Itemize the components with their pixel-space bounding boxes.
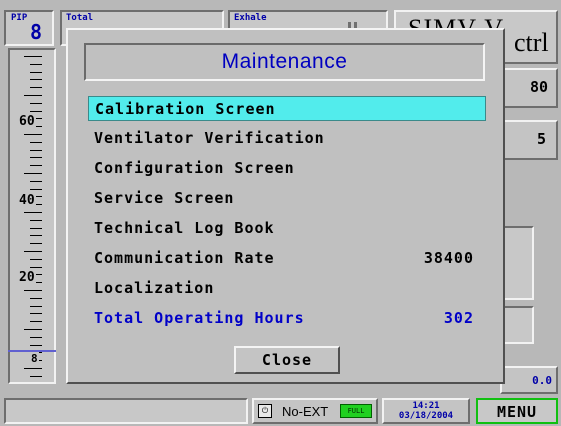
pip-label: PIP [11,13,28,23]
scale-tick [30,227,42,229]
scale-tick [24,251,42,252]
dialog-title: Maintenance [221,50,348,73]
scale-tick [30,297,42,299]
scale-tick [30,344,42,346]
battery-icon: FULL [340,404,372,418]
status-clock-box: 14:21 03/18/2004 [382,398,470,424]
scale-tick [30,321,42,323]
right-bottom-value: 0.0 [532,374,552,387]
menu-item-label: Communication Rate [94,249,275,267]
close-button[interactable]: Close [234,346,340,374]
scale-tick [30,141,42,143]
right-graph-area-1 [500,226,534,300]
scale-tick [30,149,42,151]
right-value-1: 80 [529,78,548,96]
maintenance-dialog: Maintenance Calibration Screen Ventilato… [66,28,505,384]
scale-tick [30,180,42,182]
total-operating-hours: Total Operating Hours 302 [88,306,486,331]
menu-item-label: Calibration Screen [95,100,276,118]
scale-tick [30,110,42,112]
pip-box: PIP 8 [4,10,54,46]
right-graph-area-2 [500,306,534,344]
communication-rate-value: 38400 [423,249,474,267]
scale-tick [30,87,42,89]
scale-tick [24,173,42,174]
menu-item-localization[interactable]: Localization [88,276,486,301]
scale-label-60: 60 [18,114,36,129]
menu-item-label: Localization [94,279,215,297]
right-bottom-box: 0.0 [500,366,558,394]
total-operating-hours-label: Total Operating Hours [94,309,305,327]
scale-tick [24,56,42,57]
right-value-2: 5 [536,130,546,148]
scale-tick [30,235,42,237]
menu-item-label: Ventilator Verification [94,129,325,147]
status-ext-box: ⏻ No-EXT FULL [252,398,378,424]
scale-label-40: 40 [18,193,36,208]
pip-marker-label: 8 [30,352,39,365]
clock-date: 03/18/2004 [398,411,454,421]
scale-label-20: 20 [18,270,36,285]
right-value-box-2: 5 [500,120,558,160]
menu-button[interactable]: MENU [476,398,558,424]
clock-time: 14:21 [412,401,440,411]
scale-tick [24,329,42,330]
menu-item-communication-rate[interactable]: Communication Rate 38400 [88,246,486,271]
menu-item-label: Technical Log Book [94,219,275,237]
pressure-scale: 60 40 20 8 [8,48,56,384]
total-operating-hours-value: 302 [443,309,474,327]
scale-tick [30,63,42,65]
dialog-title-box: Maintenance [84,43,485,81]
ctrl-text: ctrl [514,28,549,57]
scale-tick [30,157,42,159]
scale-tick [24,290,42,291]
menu-item-configuration-screen[interactable]: Configuration Screen [88,156,486,181]
scale-tick [30,102,42,104]
scale-tick [30,71,42,73]
scale-tick [30,375,42,377]
scale-tick [30,188,42,190]
total-label: Total [66,13,94,23]
menu-button-label: MENU [496,403,538,421]
scale-tick [24,134,42,135]
exhale-label: Exhale [234,13,267,23]
outlet-icon: ⏻ [258,404,272,418]
scale-tick [30,313,42,315]
menu-item-label: Service Screen [94,189,235,207]
scale-tick [30,79,42,81]
scale-tick [30,165,42,167]
menu-item-service-screen[interactable]: Service Screen [88,186,486,211]
scale-tick [24,95,42,96]
status-left-box [4,398,248,424]
scale-tick [30,219,42,221]
scale-tick [30,305,42,307]
pip-value: 8 [30,20,43,44]
scale-tick [24,212,42,213]
menu-item-ventilator-verification[interactable]: Ventilator Verification [88,126,486,151]
scale-tick [30,336,42,338]
right-value-box-1: 80 [500,68,558,108]
scale-tick [30,243,42,245]
menu-item-label: Configuration Screen [94,159,295,177]
no-ext-label: No-EXT [282,404,329,419]
scale-tick [30,266,42,268]
scale-tick [24,368,42,369]
menu-item-calibration-screen[interactable]: Calibration Screen [88,96,486,121]
scale-tick [30,258,42,260]
menu-item-technical-log-book[interactable]: Technical Log Book [88,216,486,241]
